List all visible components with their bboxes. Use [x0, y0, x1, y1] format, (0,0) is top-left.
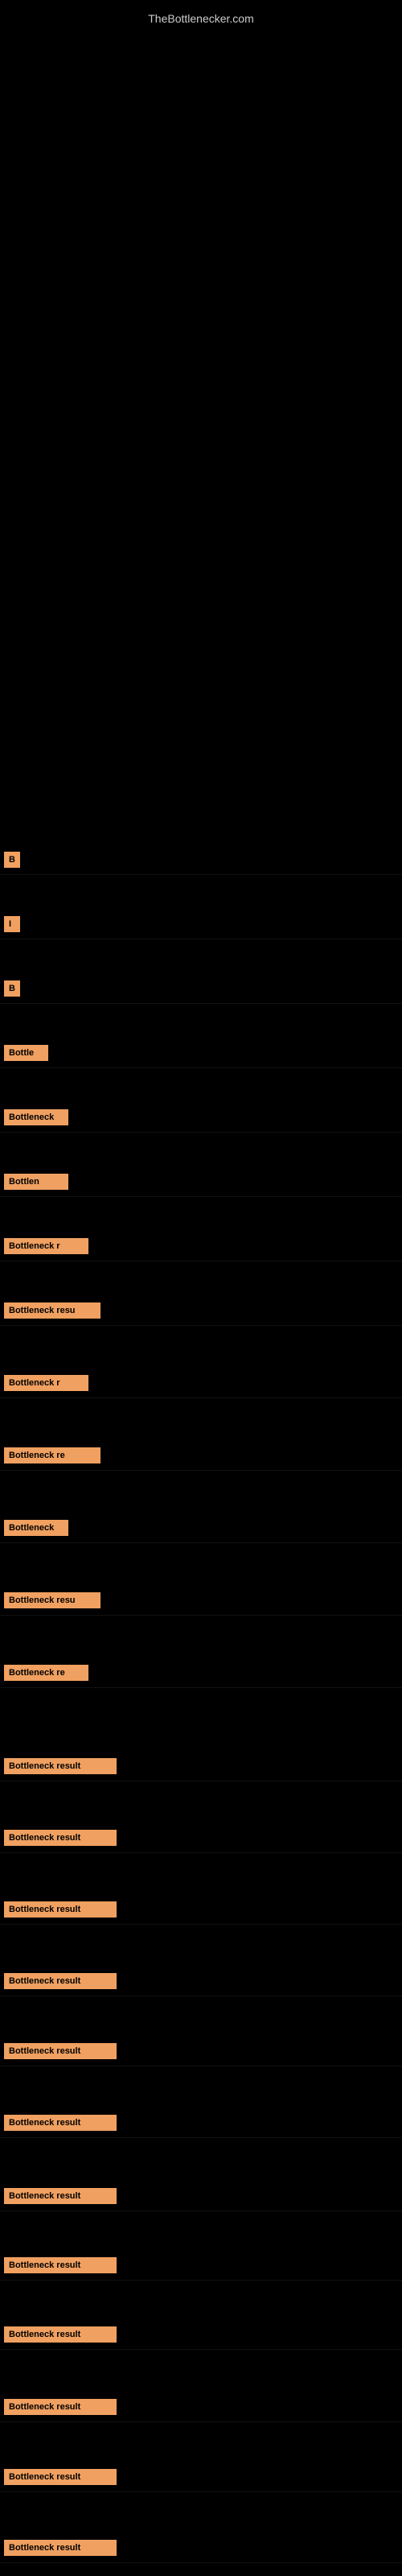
bottleneck-result-label: Bottlen [4, 1174, 68, 1190]
bottleneck-result-label: Bottleneck result [4, 2188, 117, 2204]
bottleneck-item: B [0, 974, 402, 1004]
bottleneck-item: I [0, 910, 402, 939]
bottleneck-result-label: Bottleneck result [4, 1830, 117, 1846]
bottleneck-item: Bottleneck result [0, 2533, 402, 2563]
bottleneck-item: Bottle [0, 1038, 402, 1068]
bottleneck-result-label: Bottleneck r [4, 1238, 88, 1254]
bottleneck-item: B [0, 845, 402, 875]
bottleneck-result-label: Bottleneck [4, 1109, 68, 1125]
bottleneck-result-label: B [4, 980, 20, 997]
bottleneck-result-label: Bottleneck result [4, 1901, 117, 1918]
bottleneck-result-label: Bottleneck [4, 1520, 68, 1536]
bottleneck-result-label: Bottleneck re [4, 1665, 88, 1681]
bottleneck-result-label: B [4, 852, 20, 868]
bottleneck-result-label: Bottleneck resu [4, 1302, 100, 1319]
bottleneck-item: Bottleneck [0, 1513, 402, 1543]
bottleneck-item: Bottleneck resu [0, 1586, 402, 1616]
site-title: TheBottlenecker.com [0, 4, 402, 33]
bottleneck-item: Bottleneck result [0, 1895, 402, 1925]
bottleneck-item: Bottleneck r [0, 1232, 402, 1261]
bottleneck-result-label: Bottleneck r [4, 1375, 88, 1391]
bottleneck-item: Bottleneck result [0, 1823, 402, 1853]
bottleneck-result-label: Bottleneck result [4, 1973, 117, 1989]
bottleneck-result-label: Bottleneck result [4, 2540, 117, 2556]
bottleneck-item: Bottleneck result [0, 2320, 402, 2350]
bottleneck-result-label: Bottleneck resu [4, 1592, 100, 1608]
bottleneck-item: Bottleneck result [0, 2462, 402, 2492]
bottleneck-result-label: Bottleneck result [4, 2043, 117, 2059]
bottleneck-item: Bottleneck result [0, 1967, 402, 1996]
bottleneck-item: Bottleneck r [0, 1368, 402, 1398]
bottleneck-item: Bottleneck re [0, 1658, 402, 1688]
bottleneck-item: Bottleneck result [0, 2251, 402, 2281]
bottleneck-result-label: Bottleneck re [4, 1447, 100, 1463]
bottleneck-item: Bottleneck result [0, 1752, 402, 1781]
bottleneck-item: Bottlen [0, 1167, 402, 1197]
bottleneck-result-label: Bottleneck result [4, 2326, 117, 2343]
bottleneck-item: Bottleneck result [0, 2037, 402, 2066]
bottleneck-item: Bottleneck result [0, 2182, 402, 2211]
bottleneck-result-label: Bottleneck result [4, 2115, 117, 2131]
bottleneck-result-label: I [4, 916, 20, 932]
bottleneck-result-label: Bottleneck result [4, 2399, 117, 2415]
bottleneck-item: Bottleneck re [0, 1441, 402, 1471]
bottleneck-result-label: Bottleneck result [4, 1758, 117, 1774]
bottleneck-item: Bottleneck result [0, 2392, 402, 2422]
bottleneck-item: Bottleneck result [0, 2108, 402, 2138]
bottleneck-item: Bottleneck [0, 1103, 402, 1133]
bottleneck-result-label: Bottleneck result [4, 2469, 117, 2485]
bottleneck-result-label: Bottle [4, 1045, 48, 1061]
bottleneck-item: Bottleneck resu [0, 1296, 402, 1326]
bottleneck-result-label: Bottleneck result [4, 2257, 117, 2273]
